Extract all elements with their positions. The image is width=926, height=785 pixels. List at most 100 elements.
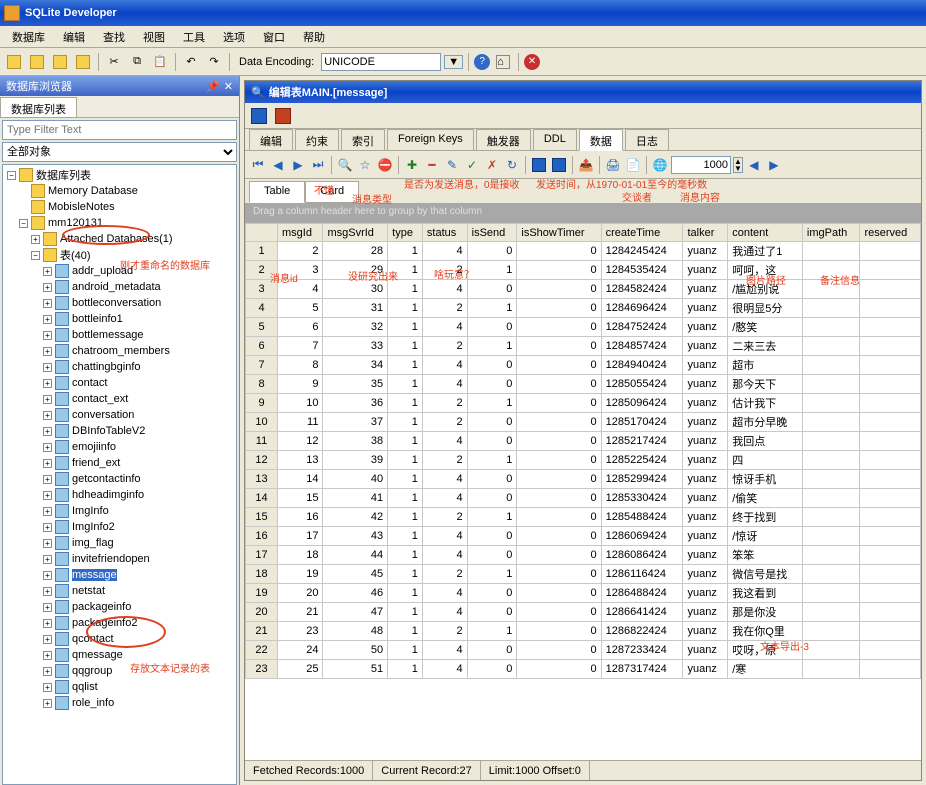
tree-node[interactable]: +packageinfo	[3, 599, 236, 615]
tree-expand-icon[interactable]: +	[43, 411, 52, 420]
pin-icon[interactable]: 📌	[206, 80, 220, 93]
column-header[interactable]: reserved	[860, 224, 921, 242]
prev-record-button[interactable]: ◀	[269, 156, 287, 174]
home-button[interactable]: ⌂	[493, 52, 513, 72]
tree-expand-icon[interactable]: +	[43, 475, 52, 484]
db-button-3[interactable]	[50, 52, 70, 72]
tree-node[interactable]: +packageinfo2	[3, 615, 236, 631]
tree-expand-icon[interactable]: +	[43, 555, 52, 564]
data-row[interactable]: 10113712001285170424yuanz超市分早晚	[246, 413, 921, 432]
column-header[interactable]: imgPath	[802, 224, 860, 242]
tree-expand-icon[interactable]: +	[43, 379, 52, 388]
column-header[interactable]: isSend	[467, 224, 517, 242]
tree-expand-icon[interactable]: +	[43, 459, 52, 468]
refresh-data-button[interactable]: ↻	[503, 156, 521, 174]
cut-button[interactable]: ✂	[104, 52, 124, 72]
tree-expand-icon[interactable]: +	[43, 315, 52, 324]
tree-node[interactable]: −表(40)	[3, 247, 236, 263]
column-header[interactable]: msgId	[278, 224, 323, 242]
menu-item[interactable]: 工具	[175, 27, 213, 47]
tree-node[interactable]: +netstat	[3, 583, 236, 599]
tree-expand-icon[interactable]: +	[43, 283, 52, 292]
tree-expand-icon[interactable]: +	[43, 331, 52, 340]
menu-item[interactable]: 数据库	[4, 27, 53, 47]
tree-expand-icon[interactable]: +	[43, 523, 52, 532]
tree-node[interactable]: +img_flag	[3, 535, 236, 551]
data-row[interactable]: 19204614001286488424yuanz我这看到	[246, 584, 921, 603]
menu-item[interactable]: 选项	[215, 27, 253, 47]
tree-node[interactable]: +ImgInfo	[3, 503, 236, 519]
group-by-bar[interactable]: Drag a column header here to group by th…	[245, 203, 921, 223]
tree-expand-icon[interactable]: +	[43, 683, 52, 692]
data-row[interactable]: 22245014001287233424yuanz哎呀，原	[246, 641, 921, 660]
column-header[interactable]: talker	[683, 224, 728, 242]
tree-node[interactable]: +conversation	[3, 407, 236, 423]
filter-button[interactable]: ⛔	[376, 156, 394, 174]
tree-node[interactable]: +DBInfoTableV2	[3, 423, 236, 439]
tree-node[interactable]: Memory Database	[3, 183, 236, 199]
edit-record-button[interactable]: ✎	[443, 156, 461, 174]
tree-expand-icon[interactable]: −	[19, 219, 28, 228]
encoding-dropdown[interactable]: ▼	[444, 55, 463, 69]
tree-node[interactable]: +ImgInfo2	[3, 519, 236, 535]
editor-tab[interactable]: 约束	[295, 129, 339, 150]
menu-item[interactable]: 窗口	[255, 27, 293, 47]
data-row[interactable]: 13144014001285299424yuanz惊讶手机	[246, 470, 921, 489]
panel-close-icon[interactable]: ✕	[224, 80, 233, 93]
save-button[interactable]	[249, 106, 269, 126]
tree-expand-icon[interactable]: −	[31, 251, 40, 260]
first-record-button[interactable]: ⏮	[249, 156, 267, 174]
print-button[interactable]: 🖨	[604, 156, 622, 174]
editor-tab[interactable]: 编辑	[249, 129, 293, 150]
tree-node[interactable]: +contact	[3, 375, 236, 391]
tree-expand-icon[interactable]: +	[43, 347, 52, 356]
view-tab[interactable]: Table	[249, 181, 305, 203]
editor-tab[interactable]: 索引	[341, 129, 385, 150]
limit-spinner[interactable]: ▲▼	[733, 157, 743, 173]
tree-expand-icon[interactable]: +	[43, 299, 52, 308]
refresh-button[interactable]	[73, 52, 93, 72]
tree-node[interactable]: MobisleNotes	[3, 199, 236, 215]
menu-item[interactable]: 编辑	[55, 27, 93, 47]
stop-edit-button[interactable]	[273, 106, 293, 126]
db-tree[interactable]: −数据库列表Memory DatabaseMobisleNotes−mm1201…	[2, 164, 237, 785]
add-record-button[interactable]: ✚	[403, 156, 421, 174]
data-row[interactable]: 453112101284696424yuanz很明显5分	[246, 299, 921, 318]
editor-tab[interactable]: Foreign Keys	[387, 129, 474, 150]
column-header[interactable]: type	[388, 224, 423, 242]
page-next-button[interactable]: ▶	[765, 156, 783, 174]
tree-expand-icon[interactable]: +	[43, 619, 52, 628]
tree-expand-icon[interactable]: +	[43, 395, 52, 404]
tree-node[interactable]: +Attached Databases(1)	[3, 231, 236, 247]
filter-input[interactable]	[2, 120, 237, 140]
tree-expand-icon[interactable]: +	[31, 235, 40, 244]
menu-item[interactable]: 帮助	[295, 27, 333, 47]
open-db-button[interactable]	[27, 52, 47, 72]
tree-expand-icon[interactable]: +	[43, 699, 52, 708]
tree-expand-icon[interactable]: +	[43, 603, 52, 612]
tree-expand-icon[interactable]: +	[43, 443, 52, 452]
editor-tab[interactable]: 数据	[579, 129, 623, 151]
help-button[interactable]: ?	[474, 54, 490, 70]
data-row[interactable]: 15164212101285488424yuanz终于找到	[246, 508, 921, 527]
data-grid[interactable]: msgIdmsgSvrIdtypestatusisSendisShowTimer…	[245, 223, 921, 760]
last-record-button[interactable]: ⏭	[309, 156, 327, 174]
tree-expand-icon[interactable]: +	[43, 667, 52, 676]
tree-expand-icon[interactable]: +	[43, 267, 52, 276]
next-record-button[interactable]: ▶	[289, 156, 307, 174]
limit-input[interactable]	[671, 156, 731, 174]
data-row[interactable]: 17184414001286086424yuanz笨笨	[246, 546, 921, 565]
data-row[interactable]: 343014001284582424yuanz/尴尬别说	[246, 280, 921, 299]
preview-button[interactable]: 📄	[624, 156, 642, 174]
data-row[interactable]: 673312101284857424yuanz二来三去	[246, 337, 921, 356]
new-db-button[interactable]	[4, 52, 24, 72]
editor-tab[interactable]: 触发器	[476, 129, 531, 150]
data-row[interactable]: 563214001284752424yuanz/憨笑	[246, 318, 921, 337]
tree-expand-icon[interactable]: +	[43, 507, 52, 516]
data-row[interactable]: 9103612101285096424yuanz估计我下	[246, 394, 921, 413]
tree-node[interactable]: +android_metadata	[3, 279, 236, 295]
tree-node[interactable]: +contact_ext	[3, 391, 236, 407]
column-header[interactable]: status	[422, 224, 467, 242]
data-row[interactable]: 16174314001286069424yuanz/惊讶	[246, 527, 921, 546]
undo-button[interactable]: ↶	[181, 52, 201, 72]
